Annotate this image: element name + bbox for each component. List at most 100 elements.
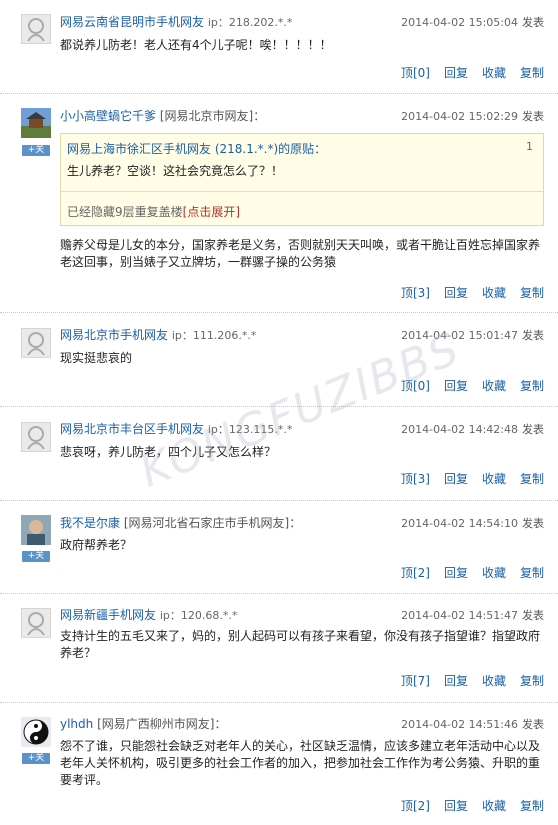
reply-button[interactable]: 回复 (444, 379, 468, 393)
vote-button[interactable]: 顶[2] (401, 799, 430, 813)
comment-item: 网易云南省昆明市手机网友 ip：218.202.*.* 2014-04-02 1… (0, 0, 558, 94)
username[interactable]: 小小高壁蝸它千爹 (60, 109, 156, 123)
timestamp: 2014-04-02 14:51:47 (401, 609, 518, 622)
ip-address: ip：111.206.*.* (171, 329, 257, 342)
comment-meta: 网易北京市手机网友 ip：111.206.*.* (60, 326, 256, 343)
vote-count: 2 (417, 799, 426, 813)
expand-link[interactable]: [点击展开] (183, 205, 240, 219)
favorite-button[interactable]: 收藏 (482, 379, 506, 393)
user-source: [网易广西柳州市网友]： (97, 717, 227, 731)
comment-text: 政府帮养老？ (60, 538, 133, 552)
vote-button[interactable]: 顶[2] (401, 566, 430, 580)
quote-floor-number: 1 (526, 140, 533, 153)
copy-button[interactable]: 复制 (520, 66, 544, 80)
follow-button[interactable]: +关 (22, 551, 50, 562)
reply-button[interactable]: 回复 (444, 799, 468, 813)
default-avatar[interactable] (21, 14, 51, 44)
comment-meta: 网易新疆手机网友 ip：120.68.*.* (60, 606, 237, 623)
vote-label: 顶 (400, 799, 413, 813)
vote-button[interactable]: 顶[3] (401, 472, 430, 486)
hidden-floors-text: 已经隐藏9层重复盖楼 (67, 205, 183, 219)
post-label: 发表 (522, 16, 544, 29)
comment-text: 现实挺悲哀的 (60, 351, 133, 365)
vote-label: 顶 (400, 566, 413, 580)
post-label: 发表 (522, 110, 544, 123)
vote-button[interactable]: 顶[0] (401, 66, 430, 80)
vote-count: 7 (417, 674, 426, 688)
vote-count: 0 (417, 66, 426, 80)
quote-divider (61, 191, 543, 192)
comment-text: 怨不了谁，只能怨社会缺乏对老年人的关心，社区缺乏温情，应该多建立老年活动中心以及… (60, 739, 541, 787)
comment-actions: 顶[3] 回复 收藏 复制 (387, 284, 544, 301)
post-time: 2014-04-02 14:54:10 发表 (401, 515, 544, 531)
comment-item: 网易新疆手机网友 ip：120.68.*.* 2014-04-02 14:51:… (0, 594, 558, 703)
user-avatar[interactable] (21, 515, 51, 545)
user-placeholder-icon (22, 423, 50, 451)
favorite-button[interactable]: 收藏 (482, 66, 506, 80)
reply-button[interactable]: 回复 (444, 674, 468, 688)
copy-button[interactable]: 复制 (520, 379, 544, 393)
favorite-button[interactable]: 收藏 (482, 286, 506, 300)
comment-meta: ylhdh [网易广西柳州市网友]： (60, 715, 226, 732)
default-avatar[interactable] (21, 422, 51, 452)
vote-label: 顶 (400, 472, 413, 486)
reply-button[interactable]: 回复 (444, 566, 468, 580)
comment-text: 赡养父母是儿女的本分，国家养老是义务，否则就别天天叫唤，或者干脆让百姓忘掉国家养… (60, 238, 541, 269)
vote-count: 3 (417, 472, 426, 486)
username[interactable]: 网易北京市手机网友 (60, 328, 168, 342)
username[interactable]: 网易新疆手机网友 (60, 608, 156, 622)
copy-button[interactable]: 复制 (520, 472, 544, 486)
post-time: 2014-04-02 14:51:46 发表 (401, 716, 544, 732)
hidden-floors-notice: 已经隐藏9层重复盖楼[点击展开] (67, 203, 240, 220)
temple-photo-icon (21, 108, 51, 138)
user-avatar[interactable] (21, 717, 51, 747)
post-time: 2014-04-02 14:42:48 发表 (401, 421, 544, 437)
copy-button[interactable]: 复制 (520, 286, 544, 300)
comment-text: 悲哀呀，养儿防老，四个儿子又怎么样？ (60, 445, 277, 459)
vote-button[interactable]: 顶[3] (401, 286, 430, 300)
reply-button[interactable]: 回复 (444, 472, 468, 486)
vote-count: 2 (417, 566, 426, 580)
favorite-button[interactable]: 收藏 (482, 799, 506, 813)
username[interactable]: 网易云南省昆明市手机网友 (60, 15, 204, 29)
quoted-post: 网易上海市徐汇区手机网友 (218.1.*.*)的原贴： 1 生儿养老？空谈！这… (60, 133, 544, 226)
quote-header[interactable]: 网易上海市徐汇区手机网友 (218.1.*.*)的原贴： (67, 140, 326, 157)
follow-button[interactable]: +关 (22, 753, 50, 764)
copy-button[interactable]: 复制 (520, 799, 544, 813)
reply-button[interactable]: 回复 (444, 286, 468, 300)
post-label: 发表 (522, 517, 544, 530)
comment-item: +关 ylhdh [网易广西柳州市网友]： 2014-04-02 14:51:4… (0, 703, 558, 825)
yin-yang-icon (21, 717, 51, 747)
favorite-button[interactable]: 收藏 (482, 566, 506, 580)
copy-button[interactable]: 复制 (520, 566, 544, 580)
comment-actions: 顶[2] 回复 收藏 复制 (387, 564, 544, 581)
comment-actions: 顶[2] 回复 收藏 复制 (387, 797, 544, 814)
timestamp: 2014-04-02 14:42:48 (401, 423, 518, 436)
user-avatar[interactable] (21, 108, 51, 138)
favorite-button[interactable]: 收藏 (482, 472, 506, 486)
comment-actions: 顶[7] 回复 收藏 复制 (387, 672, 544, 689)
follow-button[interactable]: +关 (22, 145, 50, 156)
copy-button[interactable]: 复制 (520, 674, 544, 688)
vote-label: 顶 (400, 66, 413, 80)
post-label: 发表 (522, 329, 544, 342)
default-avatar[interactable] (21, 328, 51, 358)
post-label: 发表 (522, 609, 544, 622)
vote-count: 3 (417, 286, 426, 300)
reply-button[interactable]: 回复 (444, 66, 468, 80)
favorite-button[interactable]: 收藏 (482, 674, 506, 688)
comment-actions: 顶[3] 回复 收藏 复制 (387, 470, 544, 487)
comment-text: 都说养儿防老！老人还有4个儿子呢！唉！！！！！ (60, 38, 332, 52)
timestamp: 2014-04-02 14:51:46 (401, 718, 518, 731)
username[interactable]: ylhdh (60, 717, 93, 731)
timestamp: 2014-04-02 15:05:04 (401, 16, 518, 29)
comment-actions: 顶[0] 回复 收藏 复制 (387, 64, 544, 81)
comment-meta: 小小高壁蝸它千爹 [网易北京市网友]： (60, 107, 265, 124)
comment-item: +关 我不是尔康 [网易河北省石家庄市手机网友]： 2014-04-02 14:… (0, 501, 558, 594)
vote-label: 顶 (400, 286, 413, 300)
default-avatar[interactable] (21, 608, 51, 638)
username[interactable]: 我不是尔康 (60, 516, 120, 530)
vote-button[interactable]: 顶[7] (401, 674, 430, 688)
user-placeholder-icon (22, 609, 50, 637)
timestamp: 2014-04-02 14:54:10 (401, 517, 518, 530)
